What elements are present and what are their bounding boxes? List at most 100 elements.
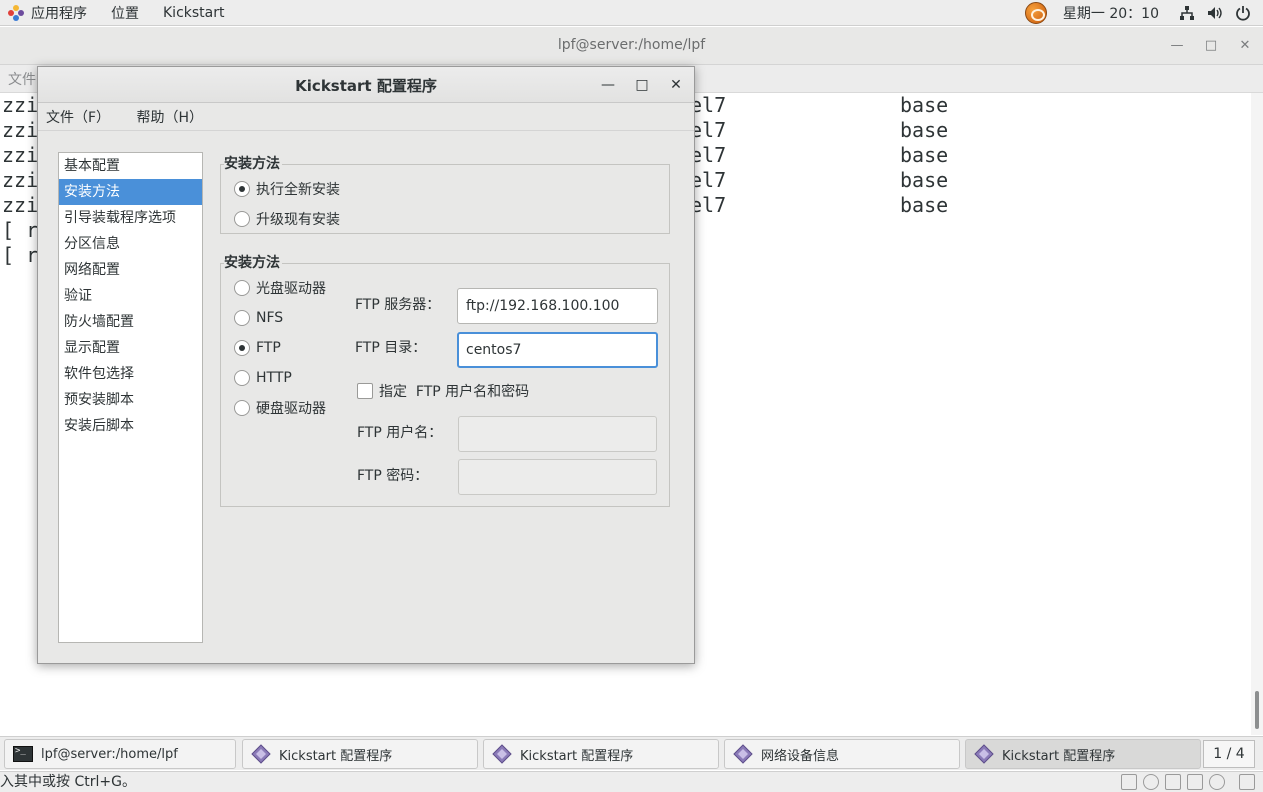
dialog-menubar: 文件（F） 帮助（H） — [38, 103, 694, 131]
sidebar-item-install-method[interactable]: 安装方法 — [59, 179, 202, 205]
workspace-pager[interactable]: 1 / 4 — [1203, 740, 1255, 768]
applications-icon — [8, 4, 24, 21]
terminal-line: zzi — [2, 143, 39, 167]
shared-folder-icon[interactable] — [1187, 774, 1203, 790]
places-menu[interactable]: 位置 — [99, 0, 151, 26]
terminal-cell: el7 — [690, 143, 727, 167]
radio-http[interactable] — [234, 370, 250, 386]
sidebar-item-firewall[interactable]: 防火墙配置 — [59, 309, 202, 335]
harddisk-icon[interactable] — [1121, 774, 1137, 790]
power-icon[interactable] — [1235, 5, 1251, 21]
status-text: 入其中或按 Ctrl+G。 — [0, 774, 136, 790]
kickstart-icon — [492, 744, 512, 764]
terminal-cell: base — [900, 168, 949, 192]
ftp-dir-input[interactable]: centos7 — [457, 332, 658, 368]
terminal-line: zzi — [2, 118, 39, 142]
clock[interactable]: 星期一 20：10 — [1063, 3, 1159, 23]
upgrade-option[interactable]: 升级现有安装 — [234, 209, 340, 229]
optical-drive-icon[interactable] — [1143, 774, 1159, 790]
ftp-pass-label: FTP 密码： — [357, 468, 429, 484]
radio-fresh[interactable] — [234, 181, 250, 197]
ftp-option[interactable]: FTP — [234, 338, 281, 358]
terminal-line: zzi — [2, 168, 39, 192]
terminal-cell: base — [900, 193, 949, 217]
radio-harddrive[interactable] — [234, 400, 250, 416]
maximize-icon[interactable]: □ — [1201, 35, 1221, 55]
terminal-menu-file[interactable]: 文件 — [8, 72, 36, 88]
upgrade-label: 升级现有安装 — [256, 212, 340, 228]
terminal-title: lpf@server:/home/lpf — [557, 37, 706, 53]
nfs-option[interactable]: NFS — [234, 308, 283, 328]
ftp-auth-checkbox[interactable] — [357, 383, 373, 399]
terminal-titlebar: lpf@server:/home/lpf — □ ✕ — [0, 27, 1263, 65]
terminal-scrollbar[interactable] — [1251, 93, 1263, 735]
terminal-cell: el7 — [690, 168, 727, 192]
minimize-icon[interactable]: — — [598, 75, 618, 95]
sidebar-item-basic[interactable]: 基本配置 — [59, 153, 202, 179]
menu-help[interactable]: 帮助（H） — [137, 110, 204, 126]
sidebar-item-display[interactable]: 显示配置 — [59, 335, 202, 361]
install-source-title: 安装方法 — [224, 252, 282, 272]
taskbar-label: lpf@server:/home/lpf — [41, 746, 178, 762]
cdrom-label: 光盘驱动器 — [256, 281, 326, 297]
display-icon[interactable] — [1239, 774, 1255, 790]
dialog-title: Kickstart 配置程序 — [295, 77, 437, 95]
taskbar-item-terminal[interactable]: lpf@server:/home/lpf — [4, 739, 236, 769]
network-icon[interactable] — [1179, 5, 1195, 21]
terminal-cell: el7 — [690, 93, 727, 117]
sidebar-item-pre-script[interactable]: 预安装脚本 — [59, 387, 202, 413]
ftp-server-label: FTP 服务器： — [355, 297, 441, 313]
category-list[interactable]: 基本配置 安装方法 引导装载程序选项 分区信息 网络配置 验证 防火墙配置 显示… — [58, 152, 203, 643]
applications-menu[interactable]: 应用程序 — [0, 0, 99, 26]
cdrom-option[interactable]: 光盘驱动器 — [234, 278, 326, 298]
kickstart-icon — [733, 744, 753, 764]
ftp-pass-input[interactable] — [458, 459, 657, 495]
menu-file[interactable]: 文件（F） — [46, 110, 110, 126]
terminal-cell: base — [900, 143, 949, 167]
radio-nfs[interactable] — [234, 310, 250, 326]
taskbar-label: Kickstart 配置程序 — [520, 748, 634, 764]
harddrive-label: 硬盘驱动器 — [256, 401, 326, 417]
volume-icon[interactable] — [1207, 5, 1223, 21]
kickstart-icon — [974, 744, 994, 764]
install-type-title: 安装方法 — [224, 153, 282, 173]
kickstart-dialog: Kickstart 配置程序 — □ ✕ 文件（F） 帮助（H） 基本配置 安装… — [37, 66, 695, 664]
terminal-icon — [13, 746, 33, 762]
close-icon[interactable]: ✕ — [666, 75, 686, 95]
radio-ftp[interactable] — [234, 340, 250, 356]
ftp-user-input[interactable] — [458, 416, 657, 452]
radio-cdrom[interactable] — [234, 280, 250, 296]
taskbar-label: Kickstart 配置程序 — [1002, 748, 1116, 764]
close-icon[interactable]: ✕ — [1235, 35, 1255, 55]
taskbar-item-kickstart-active[interactable]: Kickstart 配置程序 — [965, 739, 1201, 769]
scrollbar-thumb[interactable] — [1255, 691, 1259, 729]
harddrive-option[interactable]: 硬盘驱动器 — [234, 398, 326, 418]
taskbar-item-network-info[interactable]: 网络设备信息 — [724, 739, 960, 769]
ftp-label: FTP — [256, 340, 281, 356]
recording-icon[interactable] — [1209, 774, 1225, 790]
ftp-user-label: FTP 用户名： — [357, 425, 443, 441]
sidebar-item-partition[interactable]: 分区信息 — [59, 231, 202, 257]
http-option[interactable]: HTTP — [234, 368, 292, 388]
maximize-icon[interactable]: □ — [632, 75, 652, 95]
active-app-menu[interactable]: Kickstart — [151, 0, 236, 26]
sidebar-item-bootloader[interactable]: 引导装载程序选项 — [59, 205, 202, 231]
usb-icon[interactable] — [1165, 774, 1181, 790]
ftp-dir-label: FTP 目录： — [355, 340, 427, 356]
minimize-icon[interactable]: — — [1167, 35, 1187, 55]
taskbar-item-kickstart[interactable]: Kickstart 配置程序 — [242, 739, 478, 769]
sidebar-item-auth[interactable]: 验证 — [59, 283, 202, 309]
taskbar-item-kickstart[interactable]: Kickstart 配置程序 — [483, 739, 719, 769]
fresh-install-option[interactable]: 执行全新安装 — [234, 179, 340, 199]
sidebar-item-packages[interactable]: 软件包选择 — [59, 361, 202, 387]
ftp-server-input[interactable]: ftp://192.168.100.100 — [457, 288, 658, 324]
sidebar-item-post-script[interactable]: 安装后脚本 — [59, 413, 202, 439]
ftp-auth-option[interactable]: 指定 FTP 用户名和密码 — [357, 381, 529, 401]
sidebar-item-network[interactable]: 网络配置 — [59, 257, 202, 283]
terminal-line: zzi — [2, 93, 39, 117]
radio-upgrade[interactable] — [234, 211, 250, 227]
kickstart-icon — [251, 744, 271, 764]
notification-icon[interactable] — [1024, 2, 1047, 24]
ftp-auth-label: 指定 FTP 用户名和密码 — [379, 384, 530, 400]
dialog-titlebar[interactable]: Kickstart 配置程序 — □ ✕ — [38, 67, 694, 103]
